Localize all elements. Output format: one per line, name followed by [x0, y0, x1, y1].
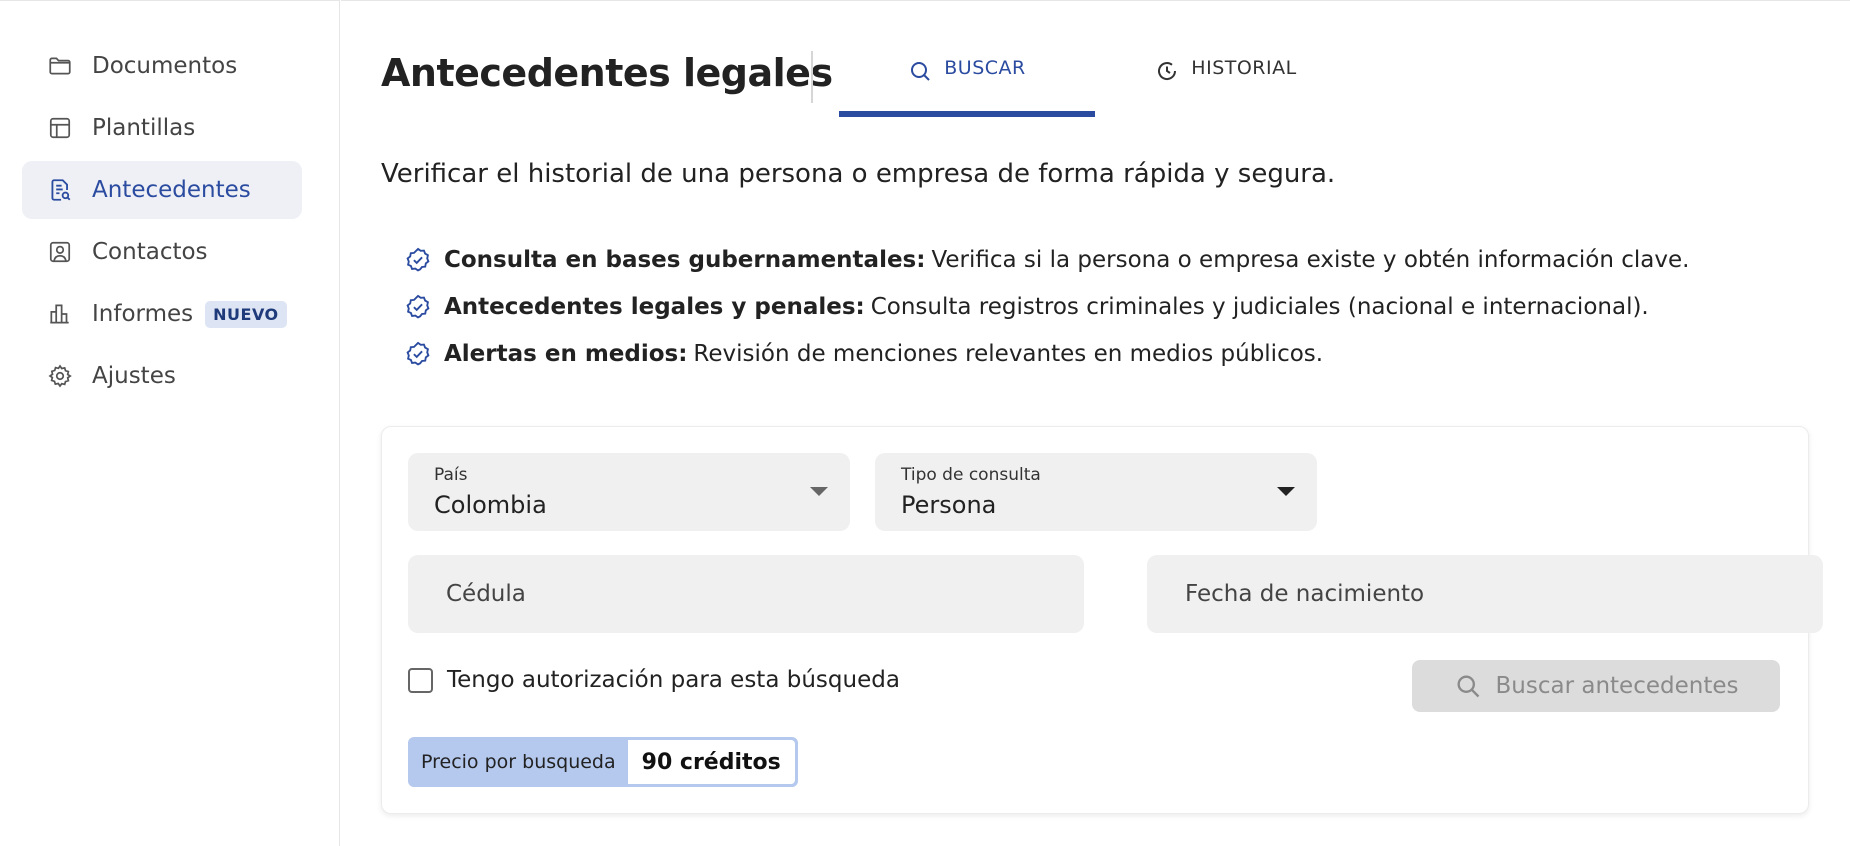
feature-title: Antecedentes legales y penales:: [444, 293, 865, 320]
price-indicator: Precio por busqueda 90 créditos: [408, 737, 798, 787]
sidebar-item-informes[interactable]: Informes NUEVO: [22, 285, 302, 343]
sidebar-item-antecedentes[interactable]: Antecedentes: [22, 161, 302, 219]
feature-text: Verifica si la persona o empresa existe …: [931, 246, 1690, 273]
feature-text: Revisión de menciones relevantes en medi…: [693, 340, 1324, 367]
gear-icon: [46, 362, 74, 390]
authorization-label: Tengo autorización para esta búsqueda: [447, 667, 900, 693]
tab-historial[interactable]: HISTORIAL: [1141, 57, 1311, 117]
main-content: Antecedentes legales BUSCAR HISTORIAL Ve…: [341, 0, 1850, 846]
authorization-checkbox-row[interactable]: Tengo autorización para esta búsqueda: [408, 667, 900, 693]
template-icon: [46, 114, 74, 142]
sidebar-item-label: Contactos: [92, 239, 208, 265]
authorization-checkbox[interactable]: [408, 667, 433, 693]
caret-down-icon: [1277, 487, 1295, 496]
feature-title: Alertas en medios:: [444, 340, 688, 367]
search-button-label: Buscar antecedentes: [1495, 673, 1739, 699]
sidebar-item-contactos[interactable]: Contactos: [22, 223, 302, 281]
sidebar-item-documentos[interactable]: Documentos: [22, 37, 302, 95]
sidebar-item-label: Ajustes: [92, 363, 176, 389]
tab-buscar[interactable]: BUSCAR: [839, 57, 1095, 117]
search-form-card: País Colombia Tipo de consulta Persona T…: [381, 426, 1823, 814]
sidebar-item-label: Antecedentes: [92, 177, 251, 203]
history-icon: [1155, 59, 1179, 83]
sidebar-item-label: Documentos: [92, 53, 238, 79]
sidebar-item-plantillas[interactable]: Plantillas: [22, 99, 302, 157]
query-type-select[interactable]: Tipo de consulta Persona: [875, 453, 1317, 531]
feature-item: Alertas en medios: Revisión de menciones…: [404, 330, 1689, 377]
search-icon: [1454, 672, 1482, 700]
search-background-button[interactable]: Buscar antecedentes: [1412, 660, 1780, 712]
document-search-icon: [46, 176, 74, 204]
birthdate-input[interactable]: [1147, 555, 1823, 633]
sidebar: Documentos Plantillas Antecedentes Conta…: [0, 0, 340, 846]
price-value: 90 créditos: [627, 740, 795, 784]
folder-icon: [46, 52, 74, 80]
sidebar-item-label: Plantillas: [92, 115, 196, 141]
price-label: Precio por busqueda: [421, 751, 616, 773]
tab-label: BUSCAR: [944, 57, 1026, 79]
query-type-select-value: Persona: [901, 491, 997, 519]
tab-label: HISTORIAL: [1191, 57, 1297, 79]
verified-badge-icon: [404, 246, 432, 274]
verified-badge-icon: [404, 340, 432, 368]
sidebar-item-ajustes[interactable]: Ajustes: [22, 347, 302, 405]
feature-text: Consulta registros criminales y judicial…: [870, 293, 1649, 320]
feature-title: Consulta en bases gubernamentales:: [444, 246, 926, 273]
page-title: Antecedentes legales: [381, 51, 833, 95]
new-badge: NUEVO: [205, 300, 287, 328]
sidebar-item-label: Informes: [92, 301, 194, 327]
id-number-input[interactable]: [408, 555, 1084, 633]
contact-icon: [46, 238, 74, 266]
country-select-label: País: [434, 465, 468, 485]
query-type-select-label: Tipo de consulta: [901, 465, 1041, 485]
search-icon: [908, 59, 932, 83]
country-select[interactable]: País Colombia: [408, 453, 850, 531]
verified-badge-icon: [404, 293, 432, 321]
bar-chart-icon: [46, 300, 74, 328]
feature-item: Antecedentes legales y penales: Consulta…: [404, 283, 1689, 330]
caret-down-icon: [810, 487, 828, 496]
page-subtitle: Verificar el historial de una persona o …: [381, 159, 1336, 189]
country-select-value: Colombia: [434, 491, 547, 519]
feature-item: Consulta en bases gubernamentales: Verif…: [404, 236, 1689, 283]
title-divider: [811, 51, 813, 103]
feature-list: Consulta en bases gubernamentales: Verif…: [404, 236, 1689, 377]
